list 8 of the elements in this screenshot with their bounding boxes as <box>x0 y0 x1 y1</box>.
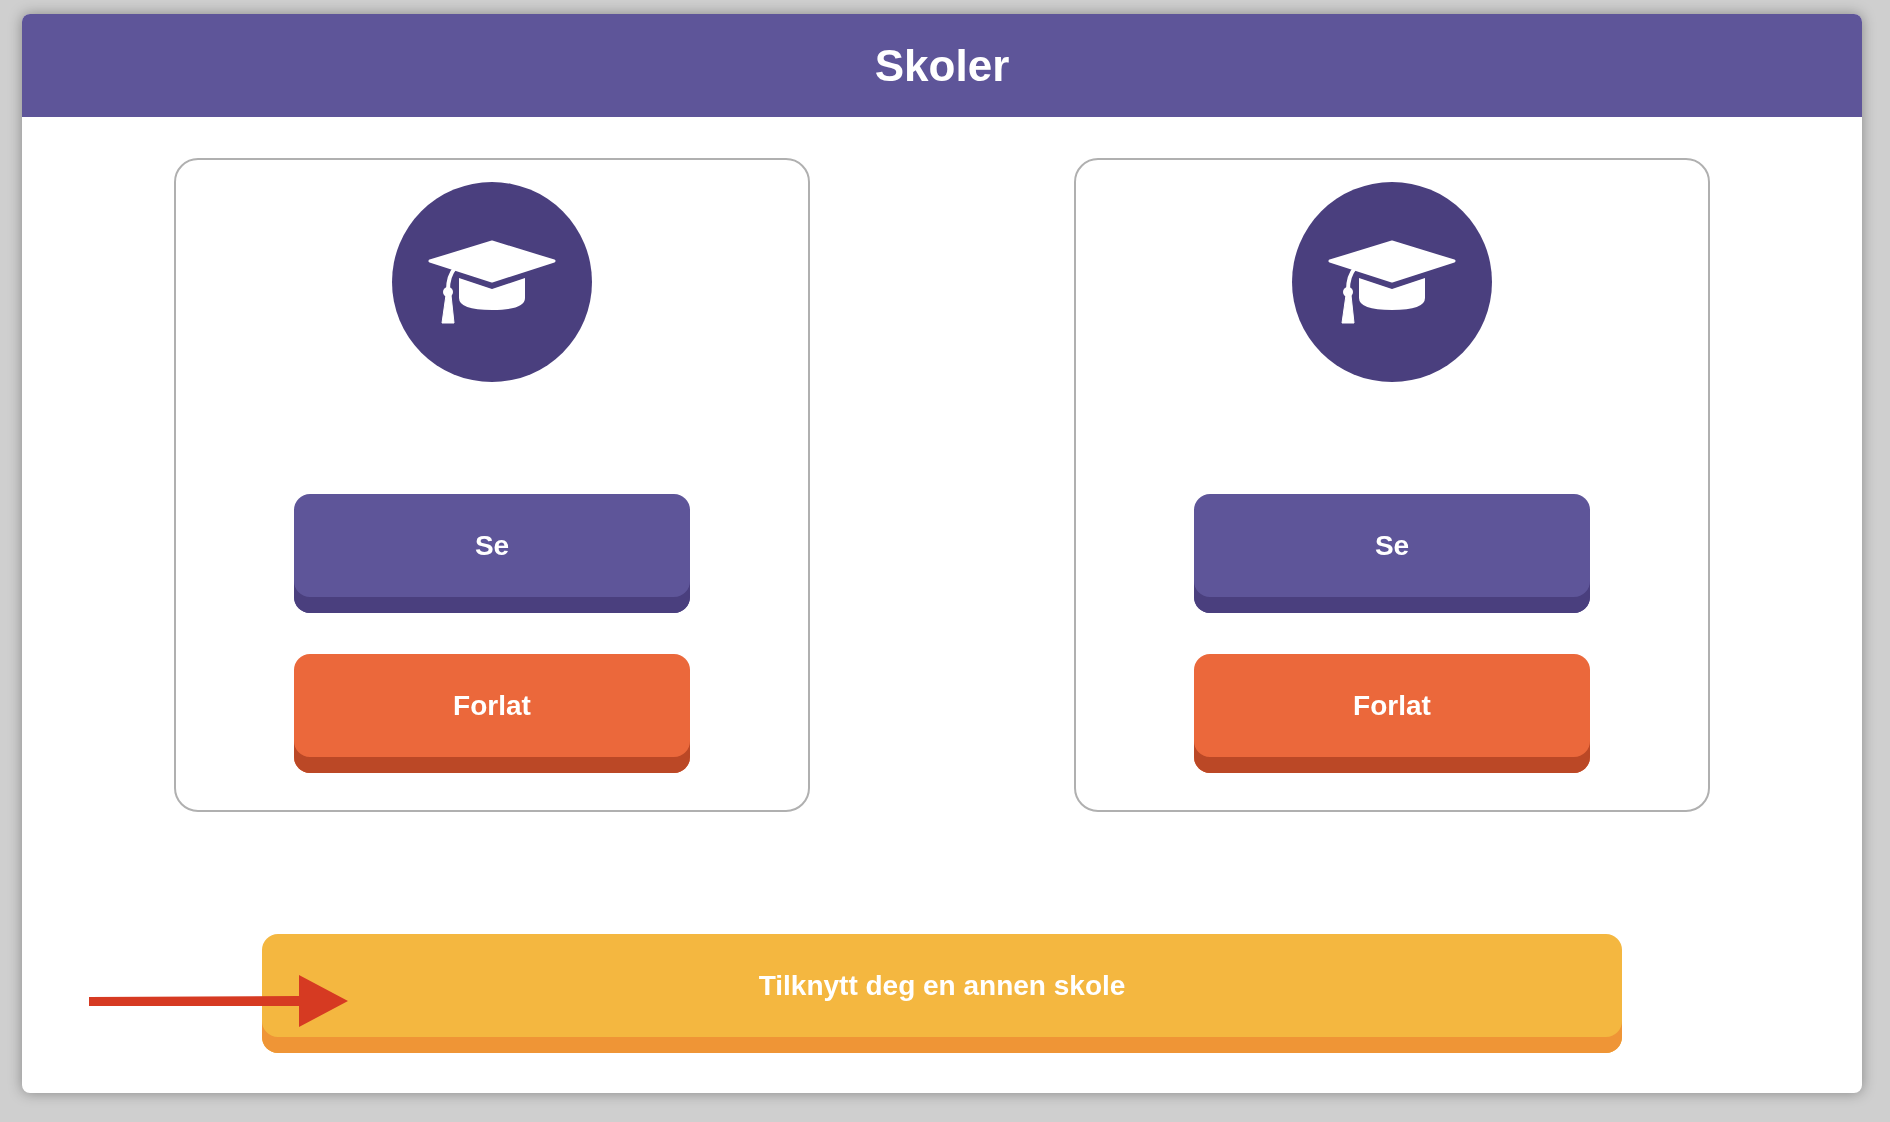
page-title: Skoler <box>874 43 1010 88</box>
graduation-cap-icon <box>392 182 592 382</box>
leave-button[interactable]: Forlat <box>294 654 690 773</box>
join-school-button[interactable]: Tilknytt deg en annen skole <box>262 934 1622 1053</box>
graduation-cap-icon <box>1292 182 1492 382</box>
leave-button[interactable]: Forlat <box>1194 654 1590 773</box>
view-button[interactable]: Se <box>1194 494 1590 613</box>
view-button[interactable]: Se <box>294 494 690 613</box>
